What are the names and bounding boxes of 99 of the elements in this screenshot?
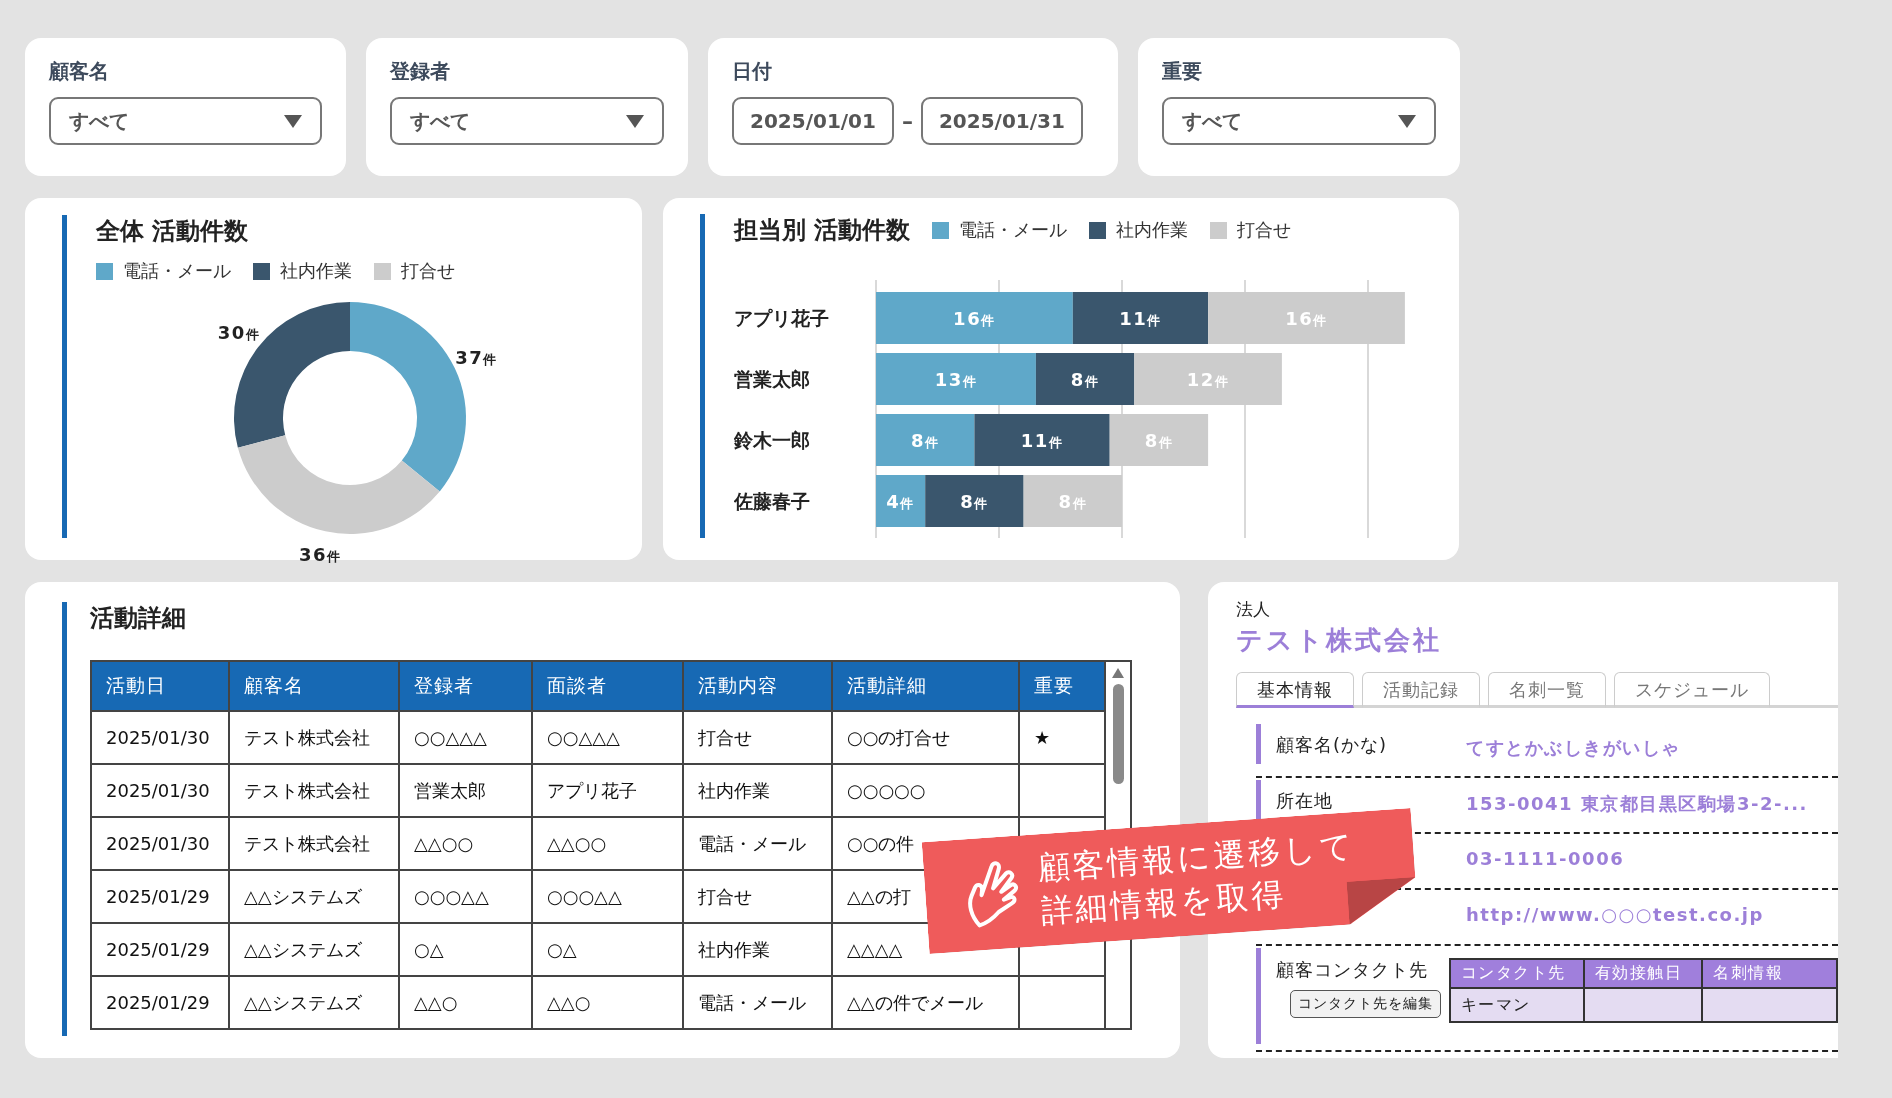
value-label: 37件: [455, 347, 498, 369]
category-label: 佐藤春子: [734, 490, 810, 512]
table-cell: 打合せ: [683, 870, 832, 923]
legend-label: 社内作業: [280, 259, 352, 283]
table-cell: テスト株式会社: [229, 764, 399, 817]
table-cell: △△○○: [399, 817, 532, 870]
value-label: 16件: [953, 308, 996, 329]
table-cell: 打合せ: [683, 711, 832, 764]
table-cell: △△システムズ: [229, 923, 399, 976]
column-header: 登録者: [399, 661, 532, 711]
category-label: 営業太郎: [734, 368, 810, 390]
legend-label: 打合せ: [401, 259, 455, 283]
column-header: 名刺情報: [1702, 959, 1837, 988]
value-label: 8件: [910, 430, 940, 451]
filter-select[interactable]: すべて: [390, 97, 664, 145]
value-label: 11件: [1020, 430, 1064, 451]
column-header: 面談者: [532, 661, 683, 711]
table-cell: ○○の打合せ: [832, 711, 1019, 764]
table-cell: △△○: [399, 976, 532, 1029]
legend-label: 社内作業: [1116, 218, 1189, 242]
table-cell: △△システムズ: [229, 976, 399, 1029]
date-field[interactable]: 2025/01/01: [732, 97, 894, 145]
scrollbar-thumb[interactable]: [1112, 684, 1124, 784]
table-cell: 2025/01/29: [91, 870, 229, 923]
field-label: 所在地: [1276, 790, 1333, 811]
row-marker: [1256, 780, 1261, 820]
chart-title: 全体 活動件数: [96, 216, 250, 247]
table-cell: 2025/01/30: [91, 764, 229, 817]
tab[interactable]: 名刺一覧: [1488, 672, 1606, 708]
value-label: 4件: [886, 491, 915, 512]
table-cell: ○○○△△: [532, 870, 683, 923]
column-header: 活動詳細: [832, 661, 1019, 711]
table-cell: 電話・メール: [683, 817, 832, 870]
table-cell: ○△: [399, 923, 532, 976]
table-cell: △△システムズ: [229, 870, 399, 923]
filter-label: 日付: [732, 58, 773, 85]
range-separator: –: [901, 108, 913, 134]
column-header: 有効接触日: [1583, 959, 1703, 988]
table-cell: ○○○○○: [832, 764, 1019, 817]
table-cell: 社内作業: [683, 923, 832, 976]
filter-select[interactable]: すべて: [1162, 97, 1436, 145]
filter-select[interactable]: すべて: [49, 97, 322, 145]
table-cell: ○△: [532, 923, 683, 976]
customer-type: 法人: [1236, 598, 1271, 621]
table-cell: △△○○: [532, 817, 683, 870]
tab[interactable]: 活動記録: [1362, 672, 1480, 708]
column-header: 顧客名: [229, 661, 399, 711]
field-label: 顧客コンタクト先: [1275, 958, 1428, 982]
table-cell: 2025/01/29: [91, 923, 229, 976]
field-value: 03-1111-0006: [1466, 847, 1625, 869]
dropdown-caret-icon: [284, 114, 302, 128]
table-cell: アプリ花子: [532, 764, 683, 817]
field-value: 153-0041 東京都目黒区駒場3-2-...: [1466, 792, 1808, 816]
column-header: 重要: [1019, 661, 1105, 711]
edit-contacts-button[interactable]: コンタクト先を編集: [1289, 990, 1441, 1018]
value-label: 30件: [217, 321, 261, 343]
table-cell: 電話・メール: [683, 976, 832, 1029]
column-header: 活動日: [91, 661, 229, 711]
chart-title: 担当別 活動件数: [734, 215, 911, 246]
filter-label: 顧客名: [49, 58, 110, 85]
value-label: 13件: [934, 369, 978, 390]
value-label: 11件: [1119, 308, 1162, 329]
tab[interactable]: スケジュール: [1614, 672, 1770, 708]
table-cell: 2025/01/30: [91, 711, 229, 764]
value-label: 8件: [1070, 369, 1100, 390]
date-field[interactable]: 2025/01/31: [920, 97, 1083, 145]
dropdown-caret-icon: [1398, 114, 1416, 128]
field-label: 顧客名(かな): [1276, 734, 1388, 755]
table-cell: ○○△△△: [399, 711, 532, 764]
table-cell: △△○: [532, 976, 683, 1029]
legend-label: 電話・メール: [959, 218, 1068, 242]
table-cell: テスト株式会社: [229, 817, 399, 870]
category-label: アプリ花子: [734, 307, 829, 329]
table-cell: 2025/01/30: [91, 817, 229, 870]
column-header: 活動内容: [683, 661, 832, 711]
table-cell: ○○△△△: [532, 711, 683, 764]
category-label: 鈴木一郎: [734, 429, 810, 451]
column-header: コンタクト先: [1450, 959, 1584, 988]
table-cell: ○○○△△: [399, 870, 532, 923]
table-cell: キーマン: [1450, 988, 1584, 1022]
legend-label: 打合せ: [1237, 218, 1292, 242]
row-marker: [1256, 724, 1261, 764]
table-cell: テスト株式会社: [229, 711, 399, 764]
table-cell: 2025/01/29: [91, 976, 229, 1029]
field-value: てすとかぶしきがいしゃ: [1466, 736, 1681, 760]
filter-label: 登録者: [390, 58, 451, 85]
legend-label: 電話・メール: [123, 259, 231, 283]
company-name: テスト株式会社: [1236, 624, 1443, 657]
scroll-up-icon[interactable]: [1112, 668, 1124, 678]
table-cell: 社内作業: [683, 764, 832, 817]
tab[interactable]: 基本情報: [1236, 672, 1354, 708]
field-value: http://www.○○○test.co.jp: [1466, 903, 1764, 925]
dropdown-caret-icon: [626, 114, 644, 128]
section-title: 活動詳細: [90, 603, 187, 634]
value-label: 8件: [960, 491, 989, 512]
filter-label: 重要: [1162, 58, 1203, 85]
value-label: 36件: [299, 543, 342, 565]
table-cell: △△の件でメール: [832, 976, 1019, 1029]
table-cell: 営業太郎: [399, 764, 532, 817]
